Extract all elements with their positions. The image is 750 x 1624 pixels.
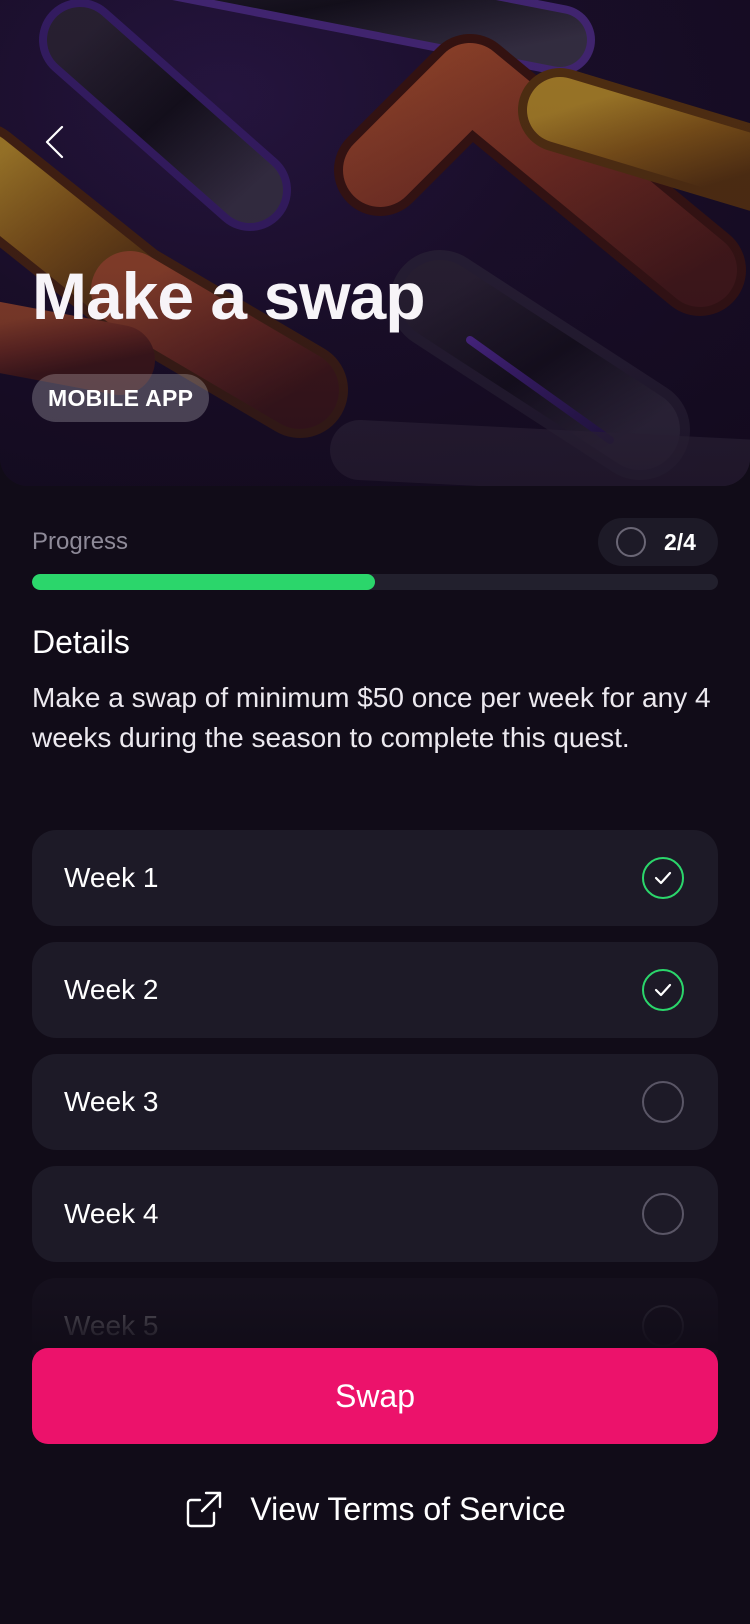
week-item[interactable]: Week 1 xyxy=(32,830,718,926)
progress-count: 2/4 xyxy=(664,528,696,555)
terms-of-service-link[interactable]: View Terms of Service xyxy=(0,1486,750,1532)
progress-bar-fill xyxy=(32,574,375,590)
external-link-icon xyxy=(187,1491,222,1528)
details-description: Make a swap of minimum $50 once per week… xyxy=(32,682,711,753)
empty-circle-icon xyxy=(642,1081,684,1123)
hero-banner: Make a swap MOBILE APP xyxy=(0,0,750,486)
week-item[interactable]: Week 4 xyxy=(32,1166,718,1262)
page-title: Make a swap xyxy=(32,259,426,333)
back-button[interactable] xyxy=(34,118,74,166)
week-label: Week 4 xyxy=(64,1198,159,1229)
progress-bar xyxy=(32,574,718,590)
progress-ring-icon xyxy=(616,527,646,557)
week-item[interactable]: Week 3 xyxy=(32,1054,718,1150)
progress-count-badge: 2/4 xyxy=(598,518,718,566)
terms-of-service-label: View Terms of Service xyxy=(250,1490,566,1527)
week-label: Week 3 xyxy=(64,1086,159,1117)
details-heading: Details xyxy=(32,624,130,660)
week-label: Week 1 xyxy=(64,862,159,893)
week-label: Week 2 xyxy=(64,974,159,1005)
empty-circle-icon xyxy=(642,1193,684,1235)
progress-label: Progress xyxy=(32,528,129,555)
week-item[interactable]: Week 2 xyxy=(32,942,718,1038)
quest-detail-screen: Make a swap MOBILE APP Progress 2/4 Deta… xyxy=(0,0,750,1624)
check-circle-icon xyxy=(642,969,684,1011)
chevron-left-icon xyxy=(45,125,64,159)
swap-button[interactable]: Swap xyxy=(32,1348,718,1444)
list-fade-overlay xyxy=(0,1290,750,1350)
platform-badge: MOBILE APP xyxy=(32,374,210,422)
check-circle-icon xyxy=(642,857,684,899)
